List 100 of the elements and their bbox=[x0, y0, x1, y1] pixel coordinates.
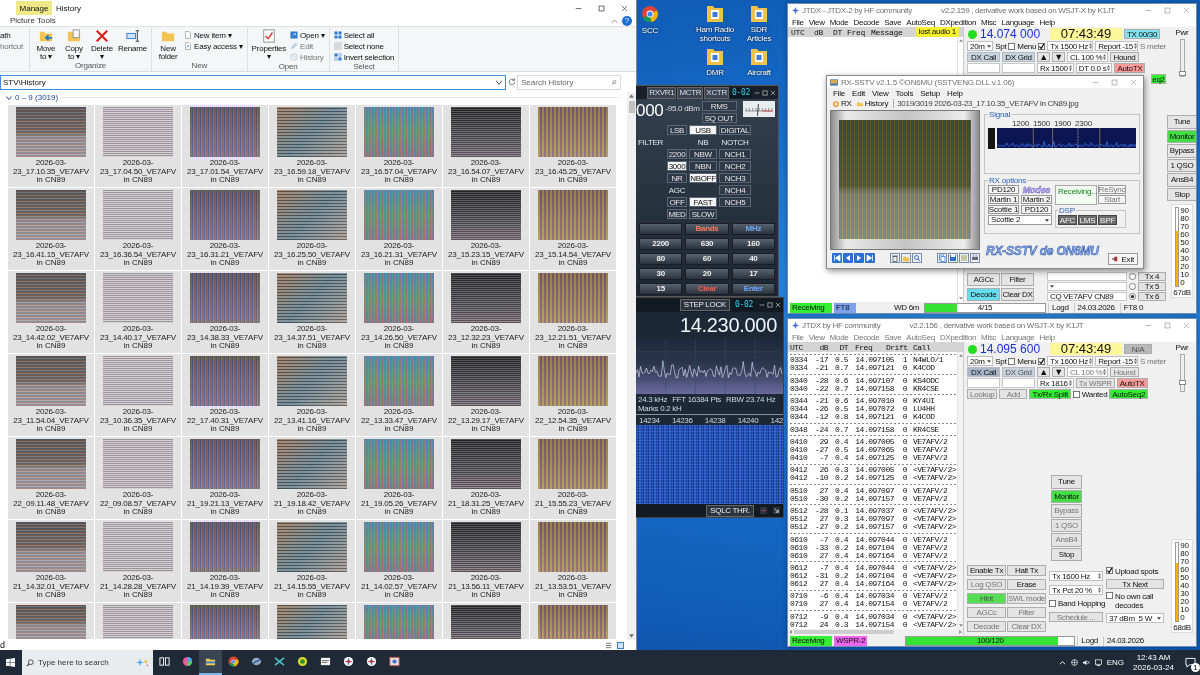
spin-arrows-icon[interactable] bbox=[1068, 65, 1072, 71]
checkbox[interactable] bbox=[1008, 357, 1016, 365]
push-button[interactable]: AGCc bbox=[967, 273, 1000, 286]
menu-item[interactable]: DXpedition bbox=[939, 17, 977, 27]
help-button[interactable]: ? bbox=[622, 16, 632, 26]
ribbon-button[interactable]: Easy access ▾ bbox=[184, 41, 243, 51]
scroll-down-icon[interactable] bbox=[958, 624, 963, 627]
skip-last-icon[interactable] bbox=[865, 253, 875, 263]
panel-button[interactable]: RMS bbox=[701, 101, 737, 111]
file-item[interactable] bbox=[269, 603, 355, 639]
push-button[interactable]: Monitor bbox=[1166, 129, 1196, 143]
menu-item[interactable]: Save bbox=[884, 17, 902, 27]
file-item[interactable]: 2026-03-23_16.25.50_VE7AFV in CN89 bbox=[269, 188, 355, 270]
push-button[interactable]: AutoSeq2 bbox=[1109, 389, 1149, 399]
spin-box[interactable]: Report -15 bbox=[1095, 41, 1139, 51]
mode-button[interactable]: PD120 bbox=[988, 185, 1019, 194]
scrollbar[interactable] bbox=[627, 92, 636, 640]
window-icon[interactable] bbox=[389, 656, 400, 667]
push-button[interactable]: Clear DX bbox=[1001, 288, 1034, 301]
push-button[interactable]: ▼ bbox=[1052, 367, 1065, 377]
search-field[interactable]: Type here to search bbox=[22, 650, 153, 675]
exit-button[interactable]: Exit bbox=[1108, 253, 1138, 265]
menu-item[interactable]: Decode bbox=[853, 17, 880, 27]
file-item[interactable]: 2026-03-21_19.21.13_VE7AFV in CN89 bbox=[182, 437, 268, 519]
mode-button[interactable]: PD120 bbox=[1021, 205, 1052, 214]
menu-item[interactable]: Edit bbox=[852, 88, 866, 98]
mode-button[interactable]: DIGITAL bbox=[719, 125, 751, 135]
globe-icon[interactable] bbox=[1070, 659, 1078, 666]
cross-icon[interactable] bbox=[274, 656, 285, 667]
menu-item[interactable]: AutoSeq bbox=[906, 17, 935, 27]
push-button[interactable]: ▼ bbox=[1052, 52, 1065, 62]
mode-button[interactable]: Martin 2 bbox=[1021, 195, 1052, 204]
checkbox[interactable] bbox=[1038, 357, 1046, 365]
band-button[interactable]: Enter bbox=[731, 283, 775, 295]
push-button[interactable]: TX 00/30 bbox=[1124, 29, 1161, 39]
chevron-up-icon[interactable] bbox=[1058, 659, 1066, 666]
file-item[interactable]: 2026-03-23_16.54.07_VE7AFV in CN89 bbox=[443, 105, 529, 187]
mode-button[interactable]: MED bbox=[667, 209, 687, 219]
mode-button[interactable]: 3000 bbox=[667, 161, 687, 171]
band-button[interactable]: MHz bbox=[731, 223, 775, 235]
checkbox[interactable] bbox=[1008, 42, 1016, 50]
file-item[interactable]: 2026-03-23_15.14.54_VE7AFV in CN89 bbox=[530, 188, 616, 270]
spin-arrows-icon[interactable] bbox=[1098, 587, 1101, 593]
file-item[interactable]: 2026-03-21_14.02.57_VE7AFV in CN89 bbox=[356, 520, 442, 602]
dsp-button[interactable]: AFC bbox=[1058, 215, 1077, 225]
printer-icon[interactable] bbox=[970, 253, 980, 263]
menu-item[interactable]: Help bbox=[1039, 17, 1055, 27]
dropdown[interactable]: Scottie 2 bbox=[988, 215, 1052, 225]
spin-arrows-icon[interactable] bbox=[1107, 65, 1111, 71]
squelch-button[interactable]: SQLC THR. bbox=[706, 504, 754, 517]
push-button[interactable]: Tx 5 bbox=[1138, 282, 1166, 291]
scrollbar-thumb[interactable] bbox=[628, 101, 635, 113]
file-item[interactable]: 2026-03-23_10.36.35_VE7AFV in CN89 bbox=[95, 354, 181, 436]
step-lock-button[interactable]: STEP LOCK bbox=[679, 299, 730, 311]
band-button[interactable]: 30 bbox=[639, 268, 683, 280]
mode-button[interactable]: NBOFF bbox=[689, 173, 717, 183]
push-button[interactable]: Tx 4 bbox=[1138, 272, 1166, 281]
file-item[interactable]: 2026-03-23_12.21.51_VE7AFV in CN89 bbox=[530, 271, 616, 353]
spin-box[interactable]: Tx 1600 Hz bbox=[1047, 356, 1094, 366]
file-item[interactable]: 2026-03-21_13.56.11_VE7AFV in CN89 bbox=[443, 520, 529, 602]
desktop-icon-label[interactable]: SCC bbox=[641, 26, 659, 35]
file-item[interactable]: 2026-03-23_16.31.21_VE7AFV in CN89 bbox=[182, 188, 268, 270]
band-button[interactable]: 80 bbox=[639, 253, 683, 265]
band-button[interactable]: 60 bbox=[685, 253, 729, 265]
text-field[interactable] bbox=[1047, 272, 1127, 281]
file-item[interactable]: 2026-03-23_17.01.54_VE7AFV in CN89 bbox=[182, 105, 268, 187]
file-item[interactable]: 2026-03-23_16.45.25_VE7AFV in CN89 bbox=[530, 105, 616, 187]
text-field[interactable] bbox=[967, 63, 1000, 73]
checkbox[interactable] bbox=[1072, 390, 1080, 398]
menu-item[interactable]: Help bbox=[947, 88, 963, 98]
panel-button[interactable]: RXVR1 bbox=[647, 86, 677, 99]
scroll-right-icon[interactable] bbox=[959, 630, 962, 634]
trash-icon[interactable] bbox=[890, 253, 900, 263]
file-item[interactable]: 2026-03-21_14.15.55_VE7AFV in CN89 bbox=[269, 520, 355, 602]
ribbon-button[interactable]: New item ▾ bbox=[184, 30, 243, 40]
file-item[interactable]: 2026-03-23_16.21.31_VE7AFV in CN89 bbox=[356, 188, 442, 270]
checkbox[interactable] bbox=[1049, 600, 1056, 607]
close-icon[interactable] bbox=[621, 4, 628, 12]
oval-icon[interactable] bbox=[251, 656, 262, 667]
file-item[interactable] bbox=[8, 603, 94, 639]
mode-button[interactable]: Scottie 1 bbox=[988, 205, 1019, 214]
search-icon[interactable] bbox=[26, 658, 34, 667]
language-indicator[interactable]: ENG bbox=[1106, 658, 1125, 667]
file-item[interactable]: 2026-03-23_14.40.17_VE7AFV in CN89 bbox=[95, 271, 181, 353]
folder-icon[interactable] bbox=[750, 3, 768, 23]
chevron-icon[interactable] bbox=[6, 95, 12, 100]
mode-button[interactable]: 2200 bbox=[667, 149, 687, 159]
menu-item[interactable]: View bbox=[872, 88, 889, 98]
spin-arrows-icon[interactable] bbox=[1133, 358, 1137, 364]
spin-arrows-icon[interactable] bbox=[1089, 43, 1093, 49]
spin-box[interactable]: Rx 1500 bbox=[1037, 63, 1074, 73]
desktop-icon-label[interactable]: DMR bbox=[706, 68, 724, 77]
text-field[interactable] bbox=[1047, 282, 1127, 291]
file-item[interactable]: 2026-03-23_16.59.18_VE7AFV in CN89 bbox=[269, 105, 355, 187]
caret-icon[interactable] bbox=[1050, 285, 1054, 288]
folder-icon[interactable] bbox=[706, 46, 724, 66]
menu-item[interactable]: Setup bbox=[920, 88, 941, 98]
push-button[interactable]: Stop bbox=[1051, 547, 1082, 561]
image-icon[interactable] bbox=[959, 253, 969, 263]
document-icon[interactable] bbox=[320, 656, 331, 667]
